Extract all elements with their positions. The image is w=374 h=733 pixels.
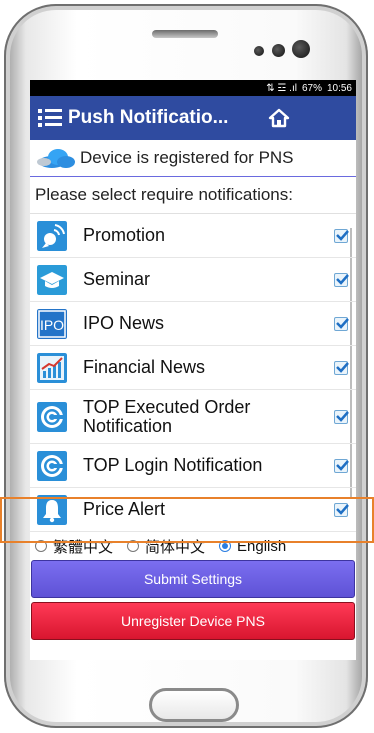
target-icon — [37, 401, 67, 432]
language-label: 繁體中文 — [53, 538, 114, 556]
language-label: English — [237, 537, 287, 555]
notification-item-seminar[interactable]: Seminar — [30, 258, 356, 302]
radio-icon[interactable] — [127, 540, 140, 552]
proximity-sensor — [272, 44, 285, 57]
front-camera — [292, 40, 310, 58]
registration-status: Device is registered for PNS — [30, 140, 356, 177]
bell-icon — [37, 494, 67, 525]
menu-icon[interactable] — [38, 107, 62, 129]
notification-item-promotion[interactable]: Promotion — [30, 214, 356, 258]
ipo-news-checkbox[interactable] — [334, 316, 349, 331]
svg-text:IPO: IPO — [40, 317, 64, 333]
notification-label: TOP Login Notification — [83, 455, 263, 475]
chart-icon — [37, 352, 67, 383]
language-selector: 繁體中文 简体中文 English — [30, 532, 356, 560]
cloud-icon — [37, 149, 75, 168]
clock: 10:56 — [326, 82, 352, 94]
unregister-device-button[interactable]: Unregister Device PNS — [31, 602, 355, 640]
app-bar: Push Notificatio... — [30, 96, 356, 140]
page-title: Push Notificatio... — [68, 107, 229, 128]
status-bar: ⇅ ☲ .ıl 67% 10:56 — [30, 80, 356, 96]
financial-news-checkbox[interactable] — [334, 360, 349, 375]
radio-icon[interactable] — [35, 540, 47, 552]
notification-label: IPO News — [83, 313, 165, 333]
language-option-english[interactable]: English — [219, 538, 286, 555]
top-login-checkbox[interactable] — [334, 458, 349, 473]
battery-level: 67% — [301, 82, 322, 94]
registration-text: Device is registered for PNS — [80, 148, 294, 167]
app-screen: ⇅ ☲ .ıl 67% 10:56 Push Notificatio... De… — [30, 80, 356, 660]
promotion-checkbox[interactable] — [334, 228, 349, 243]
target-icon — [37, 450, 67, 481]
notification-label: Financial News — [83, 357, 206, 377]
language-label: 简体中文 — [145, 538, 206, 556]
submit-settings-button[interactable]: Submit Settings — [31, 560, 355, 598]
notification-item-top-executed-order[interactable]: TOP Executed Order Notification — [30, 390, 356, 444]
notification-label: Seminar — [83, 269, 151, 289]
phone-home-button[interactable] — [149, 688, 239, 722]
notification-item-financial-news[interactable]: Financial News — [30, 346, 356, 390]
home-icon[interactable] — [268, 107, 290, 129]
notification-item-ipo-news[interactable]: IPO IPO News — [30, 302, 356, 346]
notification-label: Price Alert — [83, 499, 166, 519]
select-prompt: Please select require notifications: — [30, 177, 356, 214]
price-alert-checkbox[interactable] — [334, 502, 349, 517]
signal-icons: ⇅ ☲ .ıl — [266, 82, 297, 94]
speaker-grille — [152, 30, 218, 38]
language-option-simplified-chinese[interactable]: 简体中文 — [127, 536, 205, 557]
sensor-dot — [254, 46, 264, 56]
notification-item-price-alert[interactable]: Price Alert — [30, 488, 356, 532]
notification-label: TOP Executed Order Notification — [83, 396, 251, 436]
language-option-traditional-chinese[interactable]: 繁體中文 — [35, 536, 113, 557]
satellite-icon — [37, 220, 67, 251]
notification-item-top-login[interactable]: TOP Login Notification — [30, 444, 356, 488]
top-executed-order-checkbox[interactable] — [334, 409, 349, 424]
ipo-icon: IPO — [37, 308, 67, 339]
seminar-checkbox[interactable] — [334, 272, 349, 287]
graduation-cap-icon — [37, 264, 67, 295]
notification-label: Promotion — [83, 225, 166, 245]
radio-selected-icon[interactable] — [219, 540, 232, 552]
notification-list: Promotion Seminar IPO IPO News Financial… — [30, 214, 356, 532]
